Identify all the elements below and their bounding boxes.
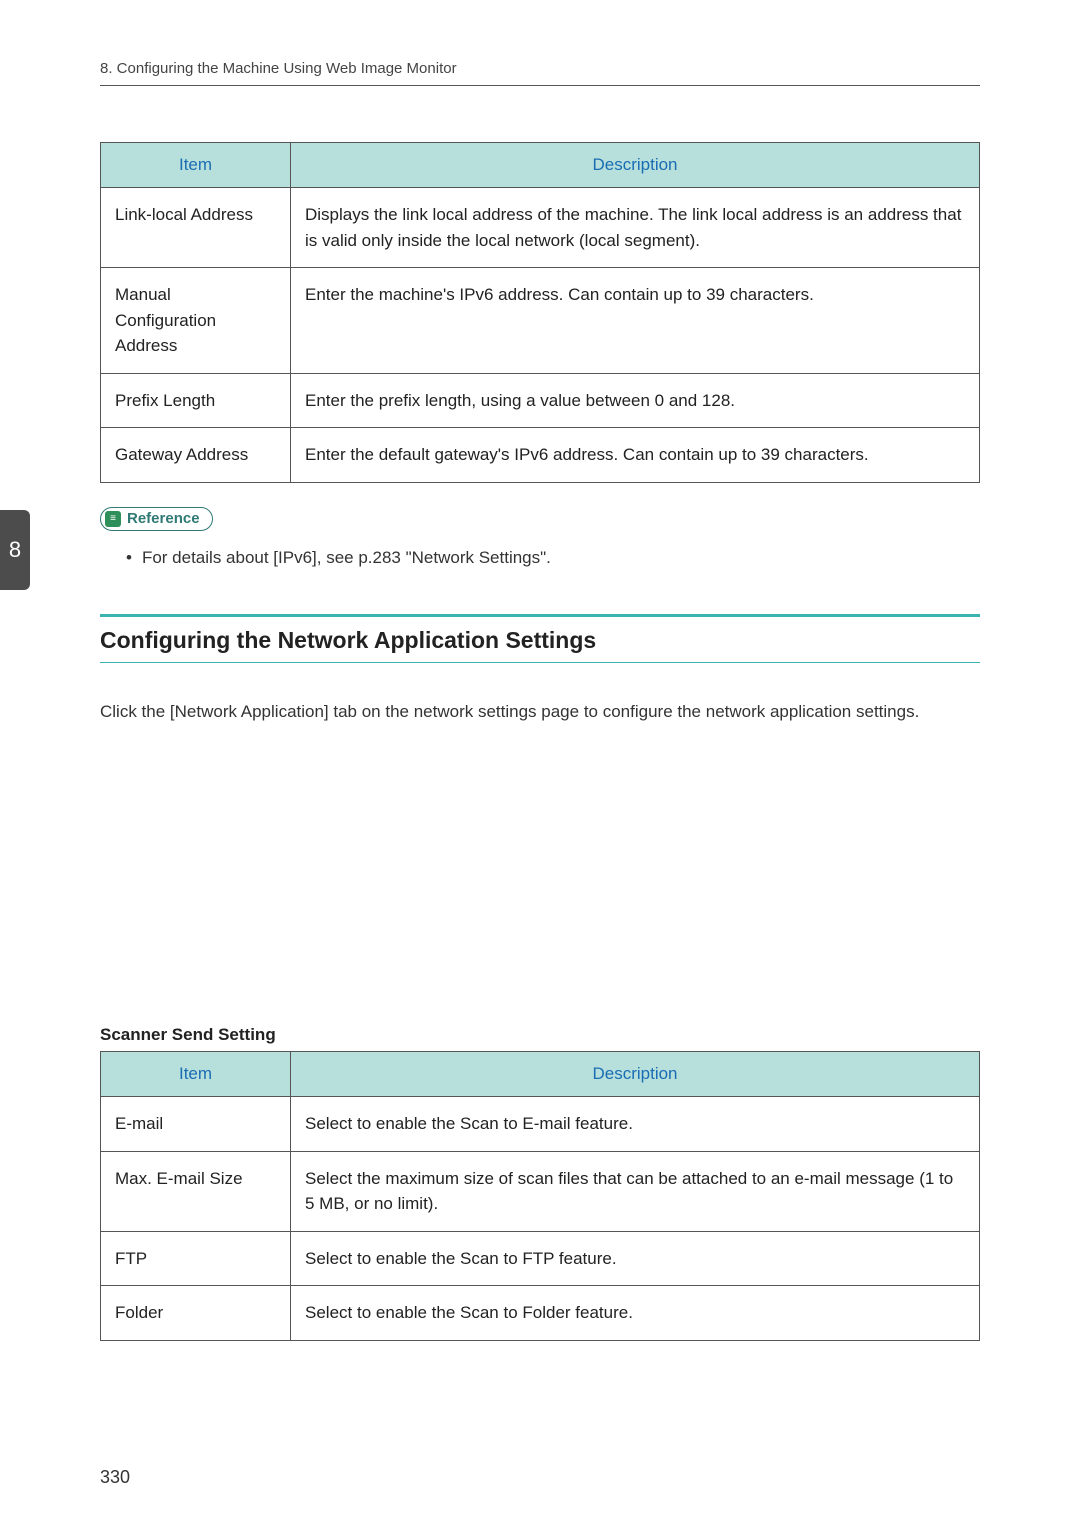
table-cell-item: Max. E-mail Size	[101, 1151, 291, 1231]
table-cell-item: FTP	[101, 1231, 291, 1286]
table-cell-desc: Enter the prefix length, using a value b…	[291, 373, 980, 428]
chapter-header: 8. Configuring the Machine Using Web Ima…	[100, 60, 980, 77]
page-number: 330	[100, 1467, 130, 1488]
reference-body: • For details about [IPv6], see p.283 "Ne…	[126, 545, 980, 571]
section-heading-block: Configuring the Network Application Sett…	[100, 614, 980, 663]
table-row: Manual Configuration Address Enter the m…	[101, 268, 980, 374]
ipv6-settings-table: Item Description Link-local Address Disp…	[100, 142, 980, 483]
table-header-row: Item Description	[101, 1052, 980, 1097]
table-row: FTP Select to enable the Scan to FTP fea…	[101, 1231, 980, 1286]
table-cell-desc: Select to enable the Scan to FTP feature…	[291, 1231, 980, 1286]
subheading-scanner-send: Scanner Send Setting	[100, 1025, 980, 1045]
table-cell-item: Link-local Address	[101, 188, 291, 268]
table-cell-desc: Enter the machine's IPv6 address. Can co…	[291, 268, 980, 374]
table-header-row: Item Description	[101, 143, 980, 188]
section-rule-bottom	[100, 662, 980, 663]
table-cell-item: E-mail	[101, 1097, 291, 1152]
table-row: Gateway Address Enter the default gatewa…	[101, 428, 980, 483]
table-cell-item: Prefix Length	[101, 373, 291, 428]
table-cell-desc: Select to enable the Scan to E-mail feat…	[291, 1097, 980, 1152]
section-heading: Configuring the Network Application Sett…	[100, 627, 980, 654]
table-header-desc: Description	[291, 143, 980, 188]
table-cell-item: Manual Configuration Address	[101, 268, 291, 374]
table-cell-item: Gateway Address	[101, 428, 291, 483]
table-header-item: Item	[101, 1052, 291, 1097]
reference-label-text: Reference	[127, 510, 200, 527]
table-row: Max. E-mail Size Select the maximum size…	[101, 1151, 980, 1231]
table-cell-desc: Enter the default gateway's IPv6 address…	[291, 428, 980, 483]
reference-text: For details about [IPv6], see p.283 "Net…	[142, 548, 551, 567]
table-cell-item: Folder	[101, 1286, 291, 1341]
bullet-icon: •	[126, 548, 132, 567]
table-header-item: Item	[101, 143, 291, 188]
body-paragraph: Click the [Network Application] tab on t…	[100, 699, 980, 725]
reference-icon: ≡	[105, 511, 121, 527]
section-rule-top	[100, 614, 980, 617]
table-row: Link-local Address Displays the link loc…	[101, 188, 980, 268]
table-cell-desc: Select to enable the Scan to Folder feat…	[291, 1286, 980, 1341]
table-row: E-mail Select to enable the Scan to E-ma…	[101, 1097, 980, 1152]
header-rule	[100, 85, 980, 86]
table-row: Prefix Length Enter the prefix length, u…	[101, 373, 980, 428]
table-cell-desc: Select the maximum size of scan files th…	[291, 1151, 980, 1231]
reference-label: ≡ Reference	[100, 507, 213, 531]
chapter-side-tab: 8	[0, 510, 30, 590]
table-row: Folder Select to enable the Scan to Fold…	[101, 1286, 980, 1341]
table-cell-desc: Displays the link local address of the m…	[291, 188, 980, 268]
scanner-send-table: Item Description E-mail Select to enable…	[100, 1051, 980, 1341]
table-header-desc: Description	[291, 1052, 980, 1097]
